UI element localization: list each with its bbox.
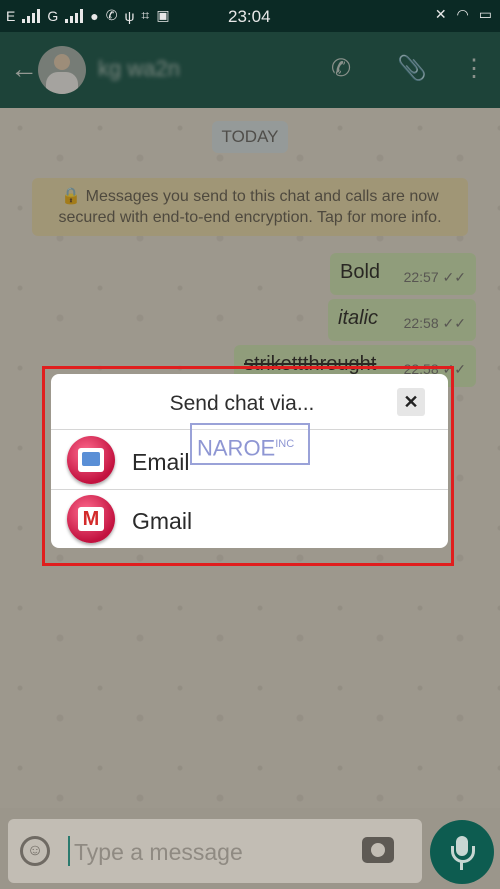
watermark-logo: NAROEINC [190,423,310,465]
status-time: 23:04 [228,7,271,26]
app-notification-icon: ▣ [156,7,170,23]
camera-icon[interactable] [362,837,394,863]
mic-button[interactable] [430,820,494,884]
text-cursor [68,836,70,866]
message-input[interactable]: Type a message [74,839,243,866]
carrier-label-1: E [6,7,16,24]
signal-icon-1 [22,8,41,23]
mute-icon: ✕ [434,6,447,22]
missed-call-icon: ✆ [105,7,118,23]
screenshot-icon: ⌗ [141,7,150,23]
carrier-label-2: G [47,7,59,24]
emoji-icon[interactable]: ☺ [20,836,50,866]
signal-icon-2 [65,8,84,23]
wifi-icon: ◠ [456,6,469,22]
message-input-bar: ☺ Type a message [8,819,422,883]
usb-icon: ψ [124,7,135,24]
battery-icon: ▭ [478,6,492,22]
status-bar: E G ● ✆ ψ ⌗ ▣ 23:04 ✕ ◠ ▭ [0,0,500,32]
chat-notification-icon: ● [90,7,99,24]
